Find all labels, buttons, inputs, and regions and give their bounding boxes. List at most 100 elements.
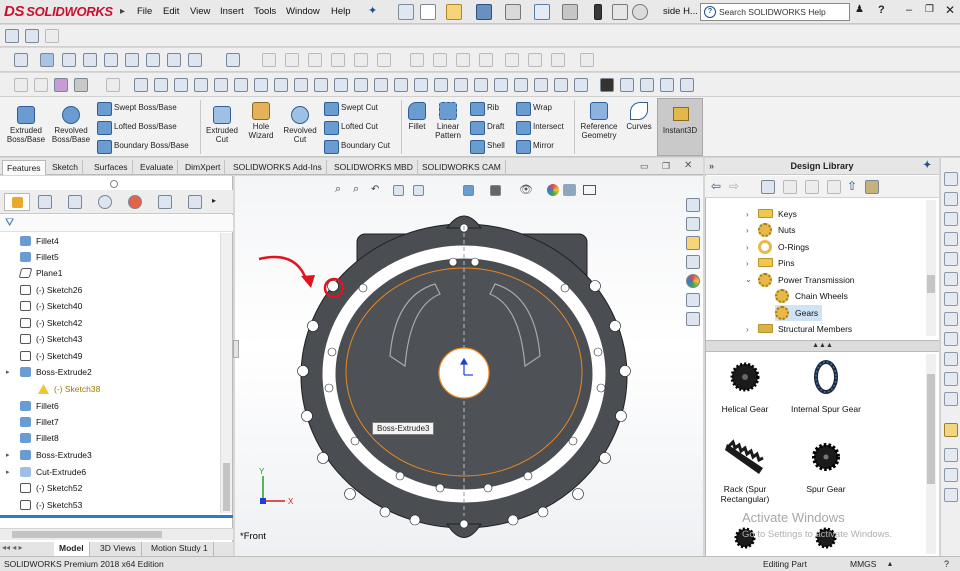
expand-arrow-icon[interactable]: ▸ [6,368,10,376]
toolbar-icon[interactable] [262,53,276,67]
toolbar-icon[interactable] [40,53,54,67]
tree-item-boss-extrude3[interactable]: Boss-Extrude3 [20,447,92,463]
status-help-icon[interactable]: ? [944,557,949,571]
tab-cam[interactable]: SOLIDWORKS CAM [418,160,506,175]
arc-tool-icon[interactable] [944,252,958,266]
rollback-bar[interactable] [0,515,233,518]
toolbar-icon[interactable] [314,78,328,92]
logo-menu-arrow-icon[interactable]: ▸ [120,6,125,17]
ellipse-tool-icon[interactable] [944,312,958,326]
toolbar-icon[interactable] [354,78,368,92]
traffic-light-icon[interactable] [594,4,602,20]
dl-item-o-rings[interactable]: O-Rings [758,239,809,255]
help-icon[interactable]: ? [878,4,885,16]
back-icon[interactable]: ⇦ [711,179,721,193]
revolved-boss-button[interactable]: Revolved Boss/Base [48,106,94,144]
scrollbar-thumb[interactable] [12,531,162,538]
home-view-icon[interactable] [686,198,700,212]
wrap-button[interactable]: Wrap [516,101,552,116]
tree-item-sketch40[interactable]: (-) Sketch40 [20,298,82,314]
tab-dimxpert[interactable]: DimXpert [181,160,226,175]
toolbar-icon[interactable] [434,78,448,92]
tab-3d-views[interactable]: 3D Views [95,542,142,556]
toolbar-icon[interactable] [226,53,240,67]
point-tool-icon[interactable] [944,372,958,386]
cam-feature-icon[interactable] [158,195,172,209]
forum-icon[interactable] [686,312,700,326]
save-icon[interactable] [476,4,492,20]
toolbar-icon[interactable] [377,53,391,67]
tab-surfaces[interactable]: Surfaces [90,160,133,175]
slot-tool-icon[interactable] [944,212,958,226]
toolbar-icon[interactable] [45,29,59,43]
spline-tool-icon[interactable] [944,292,958,306]
text-tool-icon[interactable] [944,352,958,366]
tree-item-fillet8[interactable]: Fillet8 [20,430,59,446]
toolbar-icon[interactable] [285,53,299,67]
search-input[interactable]: ? Search SOLIDWORKS Help [700,3,850,21]
hole-wizard-button[interactable]: Hole Wizard [242,102,280,140]
toolbar-icon[interactable] [554,78,568,92]
centerline-tool-icon[interactable] [944,392,958,406]
toolbar-icon[interactable] [474,78,488,92]
toolbar-icon[interactable] [456,53,470,67]
menu-help[interactable]: Help [331,6,351,17]
refresh-icon[interactable] [827,180,841,194]
toolbar-icon[interactable] [479,53,493,67]
restore-icon[interactable]: ❐ [925,4,934,15]
toolbar-icon[interactable] [146,53,160,67]
dl-gallery-scrollbar[interactable] [926,354,936,554]
filter-funnel-icon[interactable]: ⛛ [5,217,14,230]
scrollbar-thumb[interactable] [927,374,935,484]
boundary-cut-button[interactable]: Boundary Cut [324,139,390,154]
toolbar-icon[interactable] [454,78,468,92]
filter-icon[interactable] [34,78,48,92]
shell-button[interactable]: Shell [470,139,505,154]
part-rack-spur[interactable]: Rack (Spur Rectangular) [700,438,790,504]
tab-sketch[interactable]: Sketch [48,160,83,175]
toolbar-icon[interactable] [494,78,508,92]
tree-item-sketch53[interactable]: (-) Sketch53 [20,497,82,513]
expand-arrow-icon[interactable]: ▸ [6,468,10,476]
toolbar-icon[interactable] [414,78,428,92]
tree-item-sketch43[interactable]: (-) Sketch43 [20,331,82,347]
toolbar-icon[interactable] [25,29,39,43]
toolbar-icon[interactable] [660,78,674,92]
panel-collapse-icon[interactable] [110,180,118,188]
window-minimize-icon[interactable]: ▭ [640,161,649,172]
dl-item-structural-members[interactable]: Structural Members [758,321,852,337]
expand-arrow-icon[interactable]: › [746,226,749,235]
window-close-icon[interactable]: ✕ [684,160,692,171]
expand-arrow-icon[interactable]: › [746,325,749,334]
menu-edit[interactable]: Edit [163,6,179,17]
scrollbar-thumb[interactable] [223,463,230,511]
toolbar-icon[interactable] [254,78,268,92]
tab-addins[interactable]: SOLIDWORKS Add-Ins [229,160,327,175]
open-folder-icon[interactable] [446,4,462,20]
display-manager-icon[interactable] [128,195,142,209]
units-dropdown-icon[interactable]: ▴ [888,557,892,571]
toolbar-icon[interactable] [214,78,228,92]
tree-item-sketch42[interactable]: (-) Sketch42 [20,315,82,331]
filter-icon[interactable] [54,78,68,92]
toolbar-icon[interactable] [62,53,76,67]
new-document-icon[interactable] [420,4,436,20]
line-tool-icon[interactable] [944,172,958,186]
toolbar-icon[interactable] [308,53,322,67]
rectangle-tool-icon[interactable] [944,192,958,206]
tree-item-fillet4[interactable]: Fillet4 [20,233,59,249]
expand-arrow-icon[interactable]: ▸ [6,451,10,459]
expand-arrow-icon[interactable]: › [746,243,749,252]
tab-features[interactable]: Features [2,160,46,175]
tab-motion-study[interactable]: Motion Study 1 [146,542,214,556]
feature-tree-hscrollbar[interactable] [0,528,233,540]
dimxpert-manager-icon[interactable] [98,195,112,209]
menu-insert[interactable]: Insert [220,6,244,17]
dl-item-pins[interactable]: Pins [758,255,795,271]
part-internal-spur-gear[interactable]: Internal Spur Gear [781,358,871,414]
toolbar-icon[interactable] [104,53,118,67]
collapse-arrow-icon[interactable]: ⌄ [745,275,752,284]
appearances-icon[interactable] [686,274,700,288]
trim-tool-icon[interactable] [944,448,958,462]
file-explorer-icon[interactable] [686,236,700,250]
